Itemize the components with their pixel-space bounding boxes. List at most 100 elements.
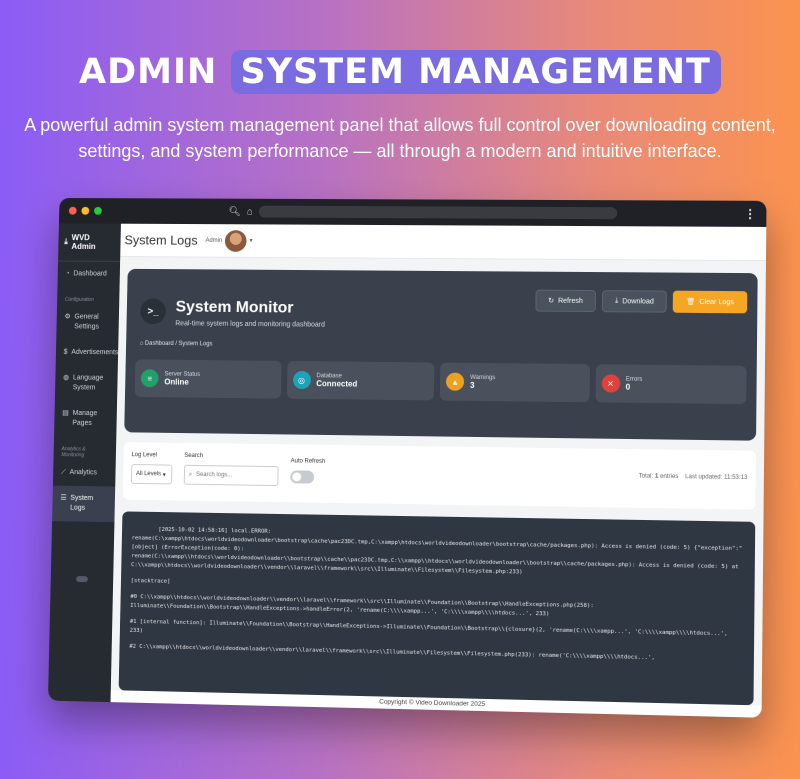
sidebar-item-advertisements[interactable]: $ Advertisements [56,340,119,366]
sidebar-collapse-toggle[interactable] [76,576,88,583]
search-icon: ⌕ [188,471,193,478]
avatar [224,229,247,252]
home-icon[interactable]: ⌂ [247,206,253,217]
monitor-title: System Monitor [175,298,294,317]
stat-value: 0 [625,382,631,392]
breadcrumb-current: System Logs [178,341,213,348]
log-level-label: Log Level [131,452,158,459]
download-icon: ⤓ [64,237,68,246]
chevron-down-icon: ▾ [161,471,166,478]
refresh-icon: ↻ [548,297,555,305]
sidebar-item-dashboard[interactable]: ◔ Dashboard [57,262,120,288]
stat-label: Errors [625,376,643,383]
monitor-subtitle: Real-time system logs and monitoring das… [175,320,325,329]
stat-value: 3 [469,380,475,390]
stat-label: Server Status [164,371,201,378]
clear-logs-label: Clear Logs [699,298,734,306]
auto-refresh-toggle[interactable] [290,470,315,484]
sidebar-item-label: General Settings [74,313,99,331]
auto-refresh-label: Auto Refresh [290,458,326,465]
address-bar[interactable] [258,205,618,220]
sidebar-item-label: System Logs [70,494,94,512]
browser-titlebar: 🔍︎ ⌂ ⋮ [59,198,767,227]
sidebar-item-manage-pages[interactable]: ▤ Manage Pages [54,401,117,437]
stat-server-status: ≡ Server Status Online [134,359,282,399]
sidebar-section-configuration: Configuration [64,296,94,303]
main-content: System Logs Admin ▾ >_ System Monitor Re… [110,223,767,718]
list-icon: ☰ [60,494,67,502]
log-output[interactable]: [2025-10-02 14:58:16] local.ERROR: renam… [118,511,756,706]
browser-menu-icon[interactable]: ⋮ [744,207,756,221]
stat-database: ◎ Database Connected [286,360,435,401]
total-prefix: Total: [638,473,654,480]
sidebar: ⤓ WVD Admin ◔ Dashboard Configuration ⚙ … [47,223,121,703]
server-icon: ≡ [140,369,159,388]
dollar-icon: $ [63,348,68,356]
sidebar-item-label: Language System [72,374,104,392]
sidebar-item-analytics[interactable]: ⟋ Analytics [53,460,116,487]
topbar: System Logs Admin ▾ [120,223,767,262]
search-placeholder: Search logs... [196,471,233,479]
refresh-label: Refresh [558,297,583,305]
last-updated: Last updated: 11:53:13 [685,474,748,482]
hero-title: ADMIN SYSTEM MANAGEMENT [0,50,800,94]
maximize-window-dot[interactable] [93,206,102,215]
stat-value: Online [164,376,189,387]
total-suffix: entries [659,473,679,481]
log-level-value: All Levels [135,471,162,478]
page-title: System Logs [124,232,198,248]
sidebar-item-system-logs[interactable]: ☰ System Logs [52,485,116,523]
breadcrumb: ⌂ Dashboard / System Logs [140,341,213,348]
sidebar-item-label: Dashboard [73,270,107,278]
file-icon: ▤ [62,409,69,417]
minimize-window-dot[interactable] [81,206,90,215]
stat-value: Connected [316,378,358,389]
clear-logs-button[interactable]: 🗑︎ Clear Logs [672,290,748,314]
close-window-dot[interactable] [68,206,77,215]
log-level-select[interactable]: All Levels ▾ [130,464,173,485]
search-icon[interactable]: 🔍︎ [228,206,241,217]
user-name: Admin [205,237,223,244]
sidebar-item-label: Advertisements [71,348,119,357]
search-label: Search [184,452,204,460]
database-icon: ◎ [292,370,311,390]
dashboard-icon: ◔ [65,270,70,278]
log-filters: Log Level All Levels ▾ Search ⌕ Search l… [122,442,756,510]
sidebar-brand[interactable]: ⤓ WVD Admin [58,223,121,262]
status-cards: ≡ Server Status Online ◎ Database Connec… [134,359,747,405]
download-label: Download [622,297,654,306]
gears-icon: ⚙ [64,313,71,321]
sidebar-section-analytics: Analytics & Monitoring [61,446,86,459]
hero-title-highlight: SYSTEM MANAGEMENT [230,50,721,94]
browser-window: 🔍︎ ⌂ ⋮ ⤓ WVD Admin ◔ Dashboard Configura… [47,197,767,718]
error-icon: ✕ [601,374,620,393]
trash-icon: 🗑︎ [686,298,696,306]
user-menu[interactable]: Admin ▾ [205,229,253,252]
sidebar-item-language-system[interactable]: ◍ Language System [55,365,118,401]
system-monitor-panel: >_ System Monitor Real-time system logs … [124,268,758,441]
total-count: 1 [654,473,659,480]
sidebar-item-label: Manage Pages [72,409,98,427]
hero-title-plain: ADMIN [79,52,218,92]
stat-label: Warnings [470,374,496,381]
download-button[interactable]: ⤓ Download [601,290,668,313]
sidebar-item-general-settings[interactable]: ⚙ General Settings [56,305,119,341]
log-line: [2025-10-02 14:58:16] local.ERROR: renam… [131,526,743,576]
chart-line-icon: ⟋ [60,468,66,476]
stat-warnings: ▲ Warnings 3 [439,362,590,403]
download-icon: ⤓ [615,297,619,305]
breadcrumb-separator: / [175,341,177,348]
stat-errors: ✕ Errors 0 [595,364,747,405]
home-icon: ⌂ [139,340,144,347]
refresh-button[interactable]: ↻ Refresh [534,289,597,313]
globe-icon: ◍ [63,374,70,382]
brand-name: WVD Admin [71,233,96,251]
search-input[interactable]: ⌕ Search logs... [183,464,279,487]
terminal-icon: >_ [140,298,167,325]
warning-icon: ▲ [445,372,465,391]
sidebar-item-label: Analytics [69,469,97,477]
log-meta: Total: 1 entries Last updated: 11:53:13 [639,473,748,481]
caret-down-icon: ▾ [249,238,253,245]
hero-subtitle: A powerful admin system management panel… [24,115,776,161]
breadcrumb-home[interactable]: Dashboard [145,341,174,347]
